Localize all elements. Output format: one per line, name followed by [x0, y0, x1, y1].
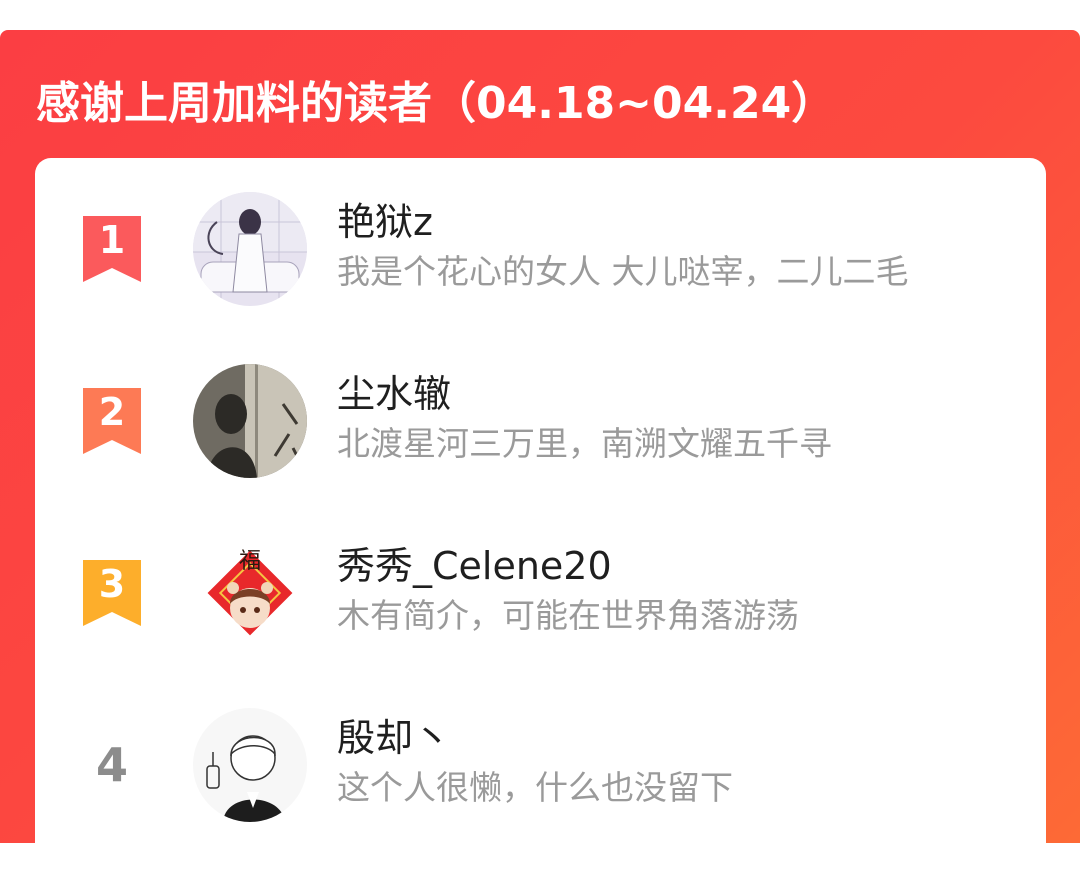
- avatar[interactable]: [193, 708, 307, 822]
- shadow-silhouette-avatar-icon: [193, 364, 307, 478]
- top-strip: [0, 0, 1080, 30]
- avatar[interactable]: 福: [193, 536, 307, 650]
- avatar[interactable]: [193, 192, 307, 306]
- fu-character-text: 福: [239, 549, 261, 574]
- fu-character-avatar-icon: 福: [193, 536, 307, 650]
- username[interactable]: 艳狱z: [337, 198, 433, 246]
- sketched-boy-avatar-icon: [193, 708, 307, 822]
- rank-badge-2: 2: [83, 388, 141, 454]
- username[interactable]: 殷却丶: [337, 714, 451, 762]
- reader-list-card: 1 艳狱z 我是个花心的女人 大儿哒宰，二儿二毛 2 尘水辙 北渡星河三万里，南…: [35, 158, 1046, 878]
- avatar[interactable]: [193, 364, 307, 478]
- reader-row-2[interactable]: 2 尘水辙 北渡星河三万里，南溯文耀五千寻: [35, 330, 1046, 502]
- rank-number: 4: [95, 738, 128, 792]
- bio: 我是个花心的女人 大儿哒宰，二儿二毛: [337, 252, 909, 291]
- bio: 北渡星河三万里，南溯文耀五千寻: [337, 424, 832, 463]
- reader-row-1[interactable]: 1 艳狱z 我是个花心的女人 大儿哒宰，二儿二毛: [35, 158, 1046, 330]
- username[interactable]: 尘水辙: [337, 370, 451, 418]
- bio: 这个人很懒，什么也没留下: [337, 768, 733, 807]
- illustrated-girl-avatar-icon: [193, 192, 307, 306]
- bio: 木有简介，可能在世界角落游荡: [337, 596, 799, 635]
- rank-badge-3: 3: [83, 560, 141, 626]
- panel-title: 感谢上周加料的读者（04.18~04.24）: [36, 78, 836, 129]
- rank-number: 3: [98, 562, 126, 606]
- reader-row-4[interactable]: 4 殷却丶 这个人很懒，什么也没留下: [35, 674, 1046, 846]
- username[interactable]: 秀秀_Celene20: [337, 542, 612, 590]
- rank-number: 1: [98, 218, 126, 262]
- reader-row-3[interactable]: 3 福 秀秀_Celene20 木有简介，可能在世界角落游荡: [35, 502, 1046, 674]
- rank-badge-1: 1: [83, 216, 141, 282]
- rank-number: 2: [98, 390, 126, 434]
